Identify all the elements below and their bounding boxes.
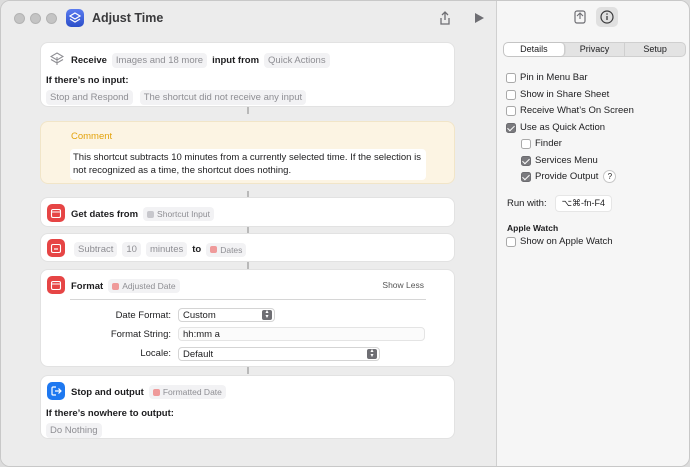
- input-source-token[interactable]: Quick Actions: [264, 53, 330, 68]
- locale-label: Locale:: [140, 348, 171, 359]
- shortcut-input-variable[interactable]: Shortcut Input: [143, 207, 214, 221]
- comment-action[interactable]: Comment This shortcut subtracts 10 minut…: [40, 121, 455, 184]
- divider: [70, 299, 426, 300]
- gear-icon: [147, 210, 155, 218]
- input-types-token[interactable]: Images and 18 more: [111, 53, 208, 68]
- tab-setup[interactable]: Setup: [625, 43, 685, 56]
- get-dates-row: Get dates from Shortcut Input: [71, 207, 214, 221]
- format-keyword: Format: [71, 280, 104, 292]
- format-row: Format Adjusted Date: [71, 279, 180, 293]
- keyboard-shortcut-field[interactable]: ⌥⌘-fn-F4: [554, 195, 612, 212]
- adjusted-date-variable[interactable]: Adjusted Date: [108, 279, 180, 293]
- calendar-icon: [152, 388, 160, 396]
- minimize-window-button[interactable]: [30, 13, 41, 24]
- library-icon[interactable]: [569, 7, 591, 27]
- to-text: to: [192, 244, 202, 255]
- adjust-row: Subtract 10 minutes to Dates: [71, 242, 247, 257]
- date-format-label: Date Format:: [115, 310, 171, 321]
- services-menu-option[interactable]: Services Menu: [521, 155, 598, 166]
- pin-menu-bar-option[interactable]: Pin in Menu Bar: [506, 72, 588, 83]
- inspector-tabs: Details Privacy Setup: [503, 42, 686, 57]
- provide-output-option[interactable]: Provide Output ?: [521, 170, 617, 183]
- locale-popup[interactable]: Default ▴ ▾: [178, 347, 380, 361]
- connector: [247, 262, 249, 269]
- operation-token[interactable]: Subtract: [74, 242, 118, 257]
- run-with-row: Run with: ⌥⌘-fn-F4: [507, 195, 612, 212]
- inspector-toolbar: [497, 1, 689, 33]
- comment-text-field[interactable]: This shortcut subtracts 10 minutes from …: [70, 149, 426, 180]
- unit-token[interactable]: minutes: [145, 242, 188, 257]
- calendar-icon: [47, 204, 65, 222]
- receive-onscreen-option[interactable]: Receive What’s On Screen: [506, 105, 634, 116]
- input-from-text: input from: [212, 55, 260, 66]
- no-input-message-token[interactable]: The shortcut did not receive any input: [139, 90, 307, 105]
- amount-token[interactable]: 10: [122, 242, 141, 257]
- chevron-updown-icon: ▴ ▾: [262, 309, 272, 320]
- no-input-row: Stop and Respond The shortcut did not re…: [46, 90, 307, 105]
- run-with-label: Run with:: [507, 198, 547, 209]
- shortcut-editor: Receive Images and 18 more input from Qu…: [1, 35, 496, 466]
- connector: [247, 367, 249, 374]
- receive-row: Receive Images and 18 more input from Qu…: [71, 53, 330, 68]
- calendar-minus-icon: [47, 239, 65, 257]
- comment-label: Comment: [71, 131, 113, 142]
- window-title: Adjust Time: [92, 11, 164, 25]
- dates-variable[interactable]: Dates: [206, 242, 247, 257]
- checkbox[interactable]: [521, 155, 531, 166]
- no-input-label: If there’s no input:: [46, 75, 129, 86]
- share-icon[interactable]: [437, 10, 453, 26]
- close-window-button[interactable]: [14, 13, 25, 24]
- calendar-icon: [47, 276, 65, 294]
- share-sheet-option[interactable]: Show in Share Sheet: [506, 89, 609, 100]
- receive-keyword: Receive: [71, 55, 107, 66]
- stop-output-keyword: Stop and output: [71, 386, 144, 398]
- calendar-icon: [112, 282, 120, 290]
- shortcuts-window: Adjust Time Receive Images and 18 more i…: [0, 0, 690, 467]
- checkbox[interactable]: [521, 171, 531, 182]
- inspector-panel: Details Privacy Setup Pin in Menu Bar Sh…: [496, 1, 689, 466]
- finder-option[interactable]: Finder: [521, 138, 562, 149]
- checkbox[interactable]: [506, 236, 516, 247]
- receive-action-icon: [47, 49, 65, 67]
- connector: [247, 107, 249, 114]
- format-date-action[interactable]: Format Adjusted Date Show Less Date Form…: [40, 269, 455, 367]
- formatted-date-variable[interactable]: Formatted Date: [148, 385, 226, 399]
- help-icon[interactable]: ?: [603, 170, 617, 183]
- play-icon[interactable]: [471, 10, 487, 26]
- chevron-updown-icon: ▴ ▾: [367, 348, 377, 359]
- calendar-icon: [210, 246, 218, 253]
- checkbox[interactable]: [506, 105, 516, 116]
- tab-privacy[interactable]: Privacy: [565, 43, 626, 56]
- zoom-window-button[interactable]: [46, 13, 57, 24]
- adjust-date-action[interactable]: Subtract 10 minutes to Dates: [40, 233, 455, 262]
- checkbox[interactable]: [521, 138, 531, 149]
- format-string-field[interactable]: hh:mm a: [178, 327, 425, 341]
- get-dates-action[interactable]: Get dates from Shortcut Input: [40, 197, 455, 227]
- get-dates-keyword: Get dates from: [71, 208, 139, 220]
- quick-action-option[interactable]: Use as Quick Action: [506, 122, 605, 133]
- stop-output-row: Stop and output Formatted Date: [71, 385, 226, 399]
- shortcuts-icon: [66, 9, 84, 27]
- receive-action[interactable]: Receive Images and 18 more input from Qu…: [40, 42, 455, 107]
- info-icon[interactable]: [596, 7, 618, 27]
- nowhere-output-row: Do Nothing: [46, 423, 102, 438]
- tab-details[interactable]: Details: [504, 43, 565, 56]
- show-less-button[interactable]: Show Less: [382, 280, 424, 290]
- output-icon: [47, 382, 65, 400]
- format-string-label: Format String:: [110, 329, 171, 340]
- apple-watch-option[interactable]: Show on Apple Watch: [506, 236, 613, 247]
- stop-output-action[interactable]: Stop and output Formatted Date If there’…: [40, 375, 455, 439]
- checkbox[interactable]: [506, 122, 516, 133]
- titlebar: Adjust Time: [1, 1, 496, 35]
- nowhere-action-token[interactable]: Do Nothing: [46, 423, 102, 438]
- apple-watch-section-title: Apple Watch: [507, 223, 559, 233]
- date-format-popup[interactable]: Custom ▴ ▾: [178, 308, 275, 322]
- no-input-action-token[interactable]: Stop and Respond: [46, 90, 133, 105]
- nowhere-output-label: If there’s nowhere to output:: [46, 408, 174, 419]
- checkbox[interactable]: [506, 89, 516, 100]
- checkbox[interactable]: [506, 72, 516, 83]
